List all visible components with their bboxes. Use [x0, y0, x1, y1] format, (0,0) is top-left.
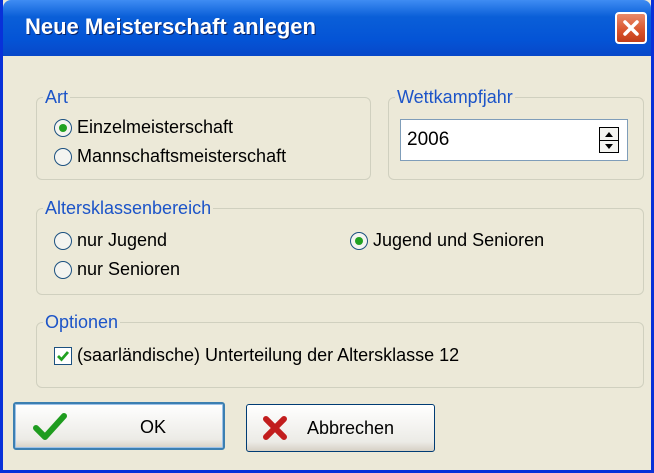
dialog-window: Neue Meisterschaft anlegen Art Einzelmei…: [0, 0, 654, 473]
radio-label: Einzelmeisterschaft: [77, 117, 234, 137]
x-cancel-icon: [263, 416, 287, 440]
window-title: Neue Meisterschaft anlegen: [25, 14, 316, 39]
close-button[interactable]: [615, 12, 647, 44]
arrow-up-icon: [605, 132, 613, 137]
spin-down-button[interactable]: [600, 140, 618, 152]
radio-nur-jugend[interactable]: nur Jugend: [54, 230, 167, 251]
check-icon: [33, 413, 67, 440]
wettkampfjahr-spinbox[interactable]: [400, 119, 628, 161]
radio-button[interactable]: [54, 147, 72, 166]
radio-nur-senioren[interactable]: nur Senioren: [54, 259, 180, 280]
checkbox-label: (saarländische) Unterteilung der Altersk…: [77, 345, 460, 365]
radio-mannschaftsmeisterschaft[interactable]: Mannschaftsmeisterschaft: [54, 146, 286, 167]
radio-button[interactable]: [54, 260, 72, 279]
wettkampfjahr-input[interactable]: [407, 128, 587, 152]
title-bar[interactable]: Neue Meisterschaft anlegen: [3, 0, 651, 56]
radio-label: nur Senioren: [77, 259, 181, 279]
checkbox[interactable]: [54, 346, 72, 365]
radio-button[interactable]: [54, 118, 72, 137]
ok-label: OK: [140, 417, 167, 437]
year-spinner[interactable]: [599, 127, 619, 153]
radio-button[interactable]: [54, 231, 72, 250]
art-legend: Art: [45, 87, 69, 107]
radio-einzelmeisterschaft[interactable]: Einzelmeisterschaft: [54, 117, 233, 138]
radio-button[interactable]: [350, 231, 368, 250]
wettkampfjahr-legend: Wettkampfjahr: [397, 87, 513, 107]
optionen-legend: Optionen: [45, 312, 119, 332]
cancel-button[interactable]: Abbrechen: [246, 404, 435, 452]
radio-label: Jugend und Senioren: [373, 230, 545, 250]
arrow-down-icon: [605, 144, 613, 149]
saarlaendische-unterteilung-checkbox[interactable]: (saarländische) Unterteilung der Altersk…: [54, 345, 459, 366]
altersklassen-legend: Altersklassenbereich: [45, 198, 212, 218]
radio-label: Mannschaftsmeisterschaft: [77, 146, 287, 166]
ok-button[interactable]: OK: [13, 402, 225, 450]
radio-jugend-und-senioren[interactable]: Jugend und Senioren: [350, 230, 544, 251]
checkmark-icon: [57, 350, 70, 362]
close-icon: [623, 20, 639, 36]
cancel-label: Abbrechen: [307, 418, 395, 438]
radio-label: nur Jugend: [77, 230, 168, 250]
